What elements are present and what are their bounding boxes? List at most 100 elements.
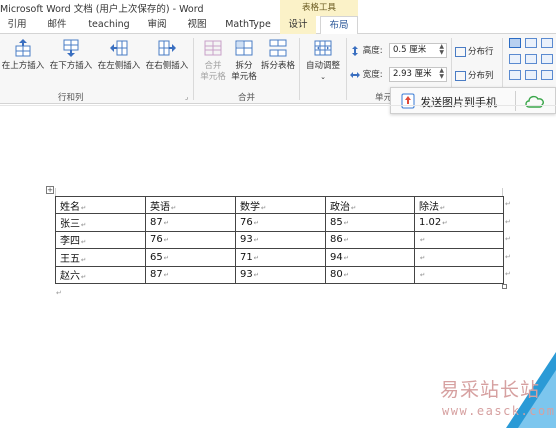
table-cell[interactable]: 李四↵ [55, 230, 146, 250]
split-cells-label-1: 拆分 [235, 61, 253, 71]
table-cell[interactable]: ↵ [414, 230, 504, 250]
tab-review[interactable]: 审阅 [140, 16, 174, 34]
tab-design[interactable]: 设计 [280, 16, 316, 34]
split-cells-icon [235, 40, 253, 56]
col-width-label: 宽度: [362, 70, 383, 80]
table-cell[interactable]: 姓名↵ [55, 195, 146, 215]
guide-line [55, 188, 56, 196]
split-table-label: 拆分表格 [260, 61, 295, 71]
insert-above-icon [15, 39, 31, 57]
group-divider [299, 38, 300, 100]
row-height-value: 0.5 厘米 [393, 45, 427, 55]
col-width-field: 宽度: [350, 68, 383, 80]
align-top-left-icon[interactable] [509, 38, 521, 48]
merge-group-label: 合并 [238, 93, 256, 103]
distribute-rows-label: 分布行 [468, 47, 494, 57]
align-middle-left-icon[interactable] [509, 54, 521, 64]
table-cell[interactable]: 94↵ [325, 248, 415, 267]
send-to-phone-label: 发送图片到手机 [420, 96, 497, 109]
send-to-phone-popup[interactable]: 发送图片到手机 [390, 87, 556, 114]
window-title: Microsoft Word 文档 (用户上次保存的) - Word [0, 4, 204, 15]
table-cell[interactable]: 赵六↵ [55, 265, 146, 284]
table-cell[interactable]: 政治↵ [325, 195, 415, 215]
ribbon-tabs: 引用 邮件 teaching 审阅 视图 MathType 设计 布局 [0, 16, 556, 35]
align-bottom-center-icon[interactable] [525, 70, 537, 80]
table-cell[interactable]: 王五↵ [55, 248, 146, 267]
watermark-url: www.easck.com [442, 404, 556, 418]
table-cell[interactable]: 80↵ [325, 265, 415, 284]
table-row: 赵六↵ 87↵ 93↵ 80↵ ↵ [55, 265, 504, 284]
insert-left-button[interactable]: 在左侧插入 [96, 38, 142, 72]
tab-layout[interactable]: 布局 [320, 16, 358, 35]
tab-teaching[interactable]: teaching [84, 16, 134, 34]
align-middle-center-icon[interactable] [525, 54, 537, 64]
split-cells-button[interactable]: 拆分 单元格 [229, 38, 259, 83]
distribute-cols-label: 分布列 [468, 71, 494, 81]
paragraph-mark: ↵ [56, 289, 62, 297]
insert-below-button[interactable]: 在下方插入 [48, 38, 94, 72]
distribute-rows-button[interactable]: 分布行 [455, 45, 494, 57]
insert-right-icon [158, 40, 176, 56]
table-cell[interactable]: 76↵ [235, 213, 326, 232]
align-top-right-icon[interactable] [541, 38, 553, 48]
title-bar: Microsoft Word 文档 (用户上次保存的) - Word 表格工具 [0, 0, 556, 16]
split-table-button[interactable]: 拆分表格 [260, 38, 296, 72]
table-cell[interactable]: ↵ [414, 265, 504, 284]
cloud-icon[interactable] [523, 93, 547, 109]
table-tools-label: 表格工具 [280, 0, 358, 16]
row-end-mark: ↵ [505, 200, 511, 208]
insert-above-button[interactable]: 在上方插入 [0, 38, 46, 72]
table-cell[interactable]: 93↵ [235, 230, 326, 250]
tab-view[interactable]: 视图 [180, 16, 214, 34]
table-cell[interactable]: 87↵ [145, 265, 236, 284]
chevron-down-icon: ⌄ [320, 73, 326, 81]
table-cell[interactable]: 87↵ [145, 213, 236, 232]
table-cell[interactable]: 65↵ [145, 248, 236, 267]
distribute-cols-icon [455, 70, 466, 81]
table-cell[interactable]: ↵ [414, 248, 504, 267]
merge-cells-label-1: 合并 [204, 61, 222, 71]
col-width-icon [350, 71, 360, 78]
watermark-text: 易采站长站 [440, 379, 541, 401]
row-end-mark: ↵ [505, 235, 511, 243]
merge-cells-button[interactable]: 合并 单元格 [198, 38, 228, 83]
row-end-mark: ↵ [505, 253, 511, 261]
row-height-input[interactable]: 0.5 厘米 ▲ ▼ [389, 43, 447, 58]
spinner-arrows-icon[interactable]: ▲ ▼ [439, 68, 444, 80]
table-cell[interactable]: 除法↵ [414, 195, 504, 215]
autofit-button[interactable]: 自动调整 ⌄ [303, 38, 343, 83]
table-row: 李四↵ 76↵ 93↵ 86↵ ↵ [55, 230, 504, 250]
table-cell[interactable]: 71↵ [235, 248, 326, 267]
table-resize-handle[interactable] [502, 284, 507, 289]
align-bottom-left-icon[interactable] [509, 70, 521, 80]
col-width-input[interactable]: 2.93 厘米 ▲ ▼ [389, 67, 447, 82]
insert-below-label: 在下方插入 [49, 61, 93, 71]
table-cell[interactable]: 76↵ [145, 230, 236, 250]
table-cell[interactable]: 1.02↵ [414, 213, 504, 232]
merge-cells-label-2: 单元格 [200, 72, 226, 82]
insert-right-button[interactable]: 在右侧插入 [144, 38, 190, 72]
table-cell[interactable]: 93↵ [235, 265, 326, 284]
data-table[interactable]: 姓名↵ 英语↵ 数学↵ 政治↵ 除法↵ 张三↵ 87↵ 76↵ 85↵ 1.02… [55, 195, 504, 284]
rows-cols-dialog-launcher-icon[interactable]: ⌟ [185, 93, 188, 101]
table-row: 张三↵ 87↵ 76↵ 85↵ 1.02↵ [55, 213, 504, 232]
align-middle-right-icon[interactable] [541, 54, 553, 64]
align-bottom-right-icon[interactable] [541, 70, 553, 80]
group-divider [346, 38, 347, 100]
ruler-divider [0, 105, 556, 106]
table-cell[interactable]: 86↵ [325, 230, 415, 250]
table-cell[interactable]: 英语↵ [145, 195, 236, 215]
table-cell[interactable]: 85↵ [325, 213, 415, 232]
tab-mathtype[interactable]: MathType [220, 16, 276, 34]
tab-references[interactable]: 引用 [0, 16, 34, 34]
align-top-center-icon[interactable] [525, 38, 537, 48]
spinner-arrows-icon[interactable]: ▲ ▼ [439, 44, 444, 56]
table-move-handle-icon[interactable]: + [46, 186, 54, 194]
table-cell[interactable]: 张三↵ [55, 213, 146, 232]
tab-mailings[interactable]: 邮件 [42, 16, 72, 34]
col-width-value: 2.93 厘米 [393, 69, 432, 79]
guide-line [502, 188, 503, 196]
autofit-label: 自动调整 [305, 61, 340, 71]
distribute-cols-button[interactable]: 分布列 [455, 69, 494, 81]
table-cell[interactable]: 数学↵ [235, 195, 326, 215]
